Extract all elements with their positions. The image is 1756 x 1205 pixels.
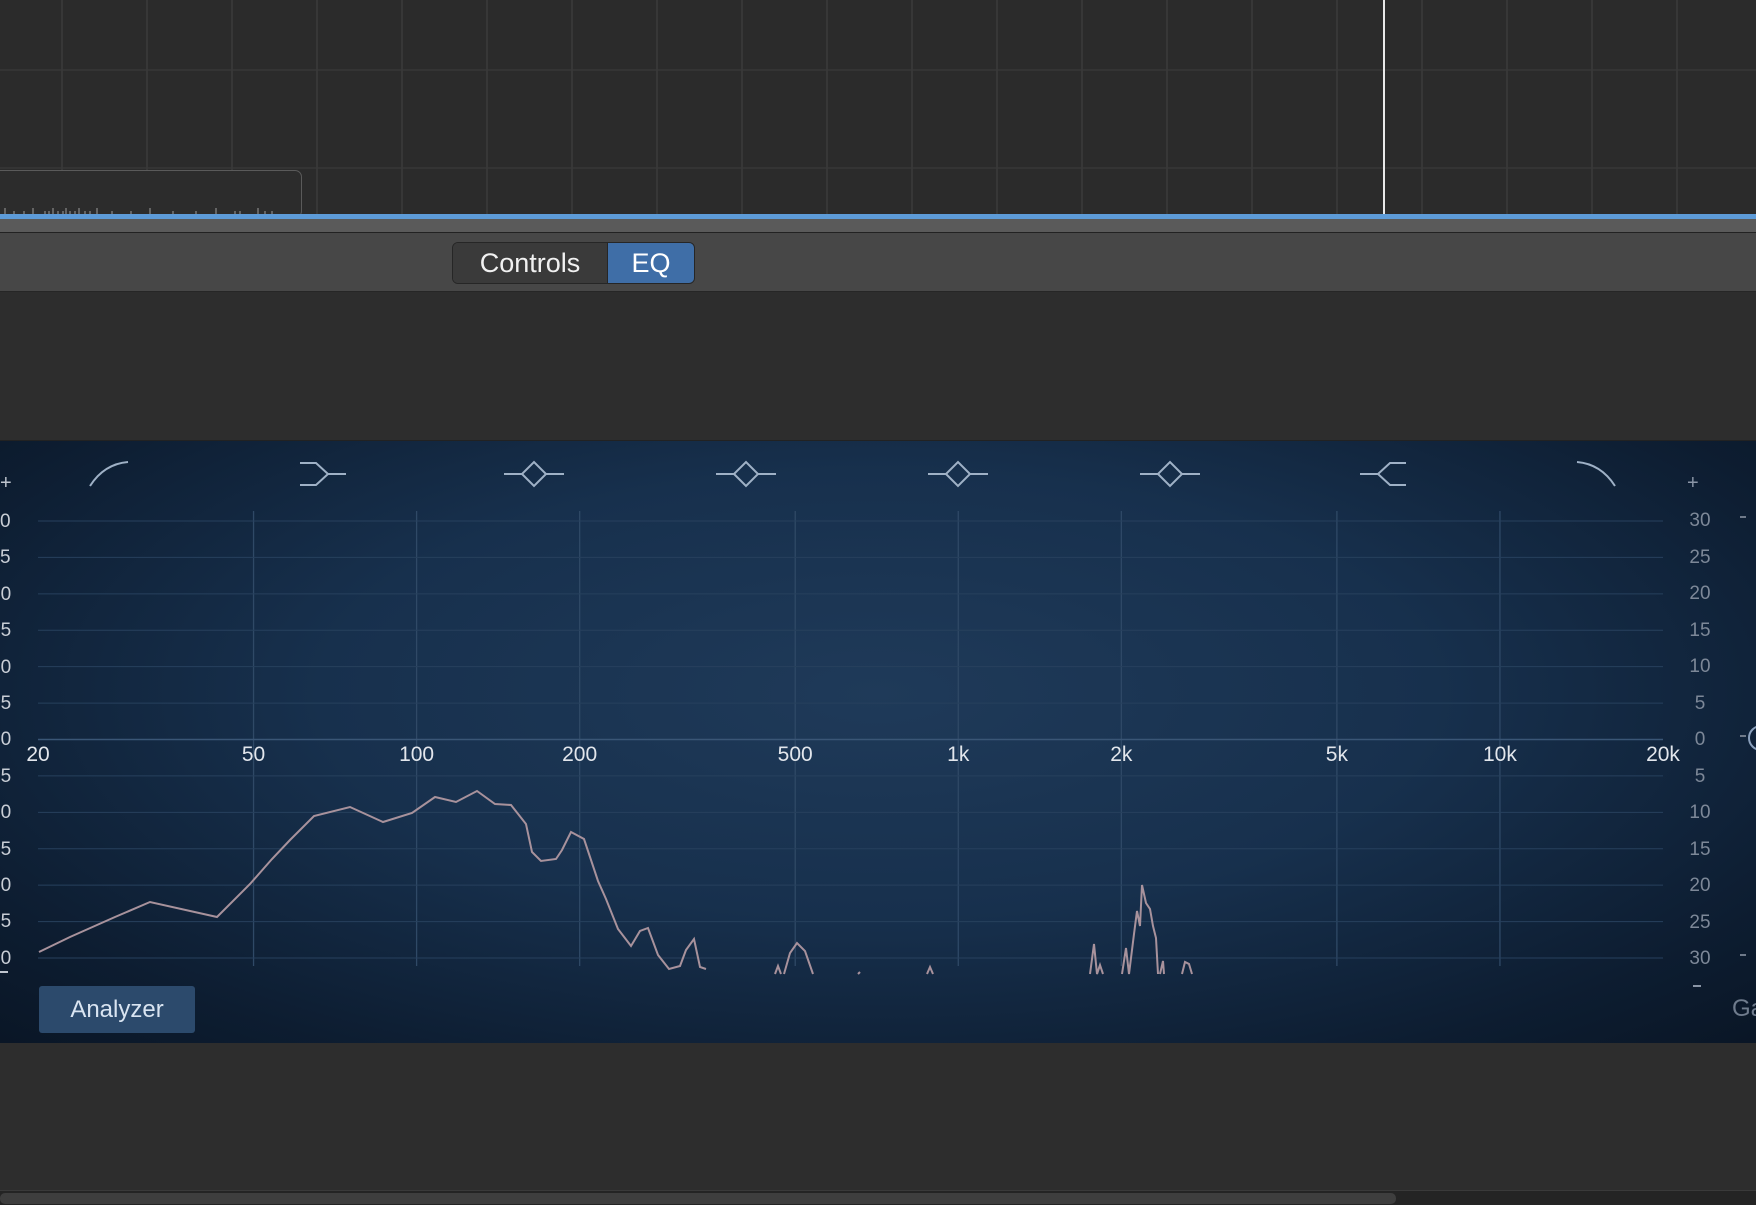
analyzer-curve	[926, 964, 934, 975]
eq-graph	[38, 460, 1663, 975]
view-toggle: Controls EQ	[452, 242, 695, 284]
analyzer-curve	[1159, 960, 1165, 975]
analyzer-scale-label: 45	[0, 838, 12, 860]
frequency-label: 200	[562, 743, 598, 766]
analyzer-scale-label: 55	[0, 911, 12, 933]
plugin-background	[0, 292, 1756, 440]
gain-scale-label: 5	[1694, 765, 1706, 787]
gain-scale-label: 30	[1689, 510, 1711, 531]
analyzer-curve	[1089, 943, 1104, 975]
gain-scale-label: 15	[1689, 619, 1711, 641]
gain-scale-label: 20	[1689, 583, 1711, 604]
analyzer-scale-label: 5	[0, 547, 11, 569]
gain-scale-label: 30	[1689, 948, 1711, 969]
analyzer-scale-label: 50	[0, 875, 12, 896]
peak-icon	[928, 460, 988, 488]
analyzer-scale-label: 40	[0, 802, 12, 824]
analyzer-curve	[774, 963, 782, 975]
frequency-label: 100	[399, 743, 435, 766]
plugin-header: Controls EQ	[0, 233, 1756, 292]
frequency-label: 1k	[947, 743, 970, 766]
analyzer-curve	[857, 971, 861, 975]
frequency-label: 500	[777, 743, 813, 766]
gain-scale-label: 5	[1694, 692, 1706, 714]
frequency-label: 50	[241, 743, 266, 766]
frequency-label: 5k	[1325, 743, 1348, 766]
playhead[interactable]	[1383, 0, 1385, 216]
low-cut-icon	[89, 461, 129, 487]
low-shelf-icon	[300, 462, 346, 486]
left-scale-plus[interactable]: +	[0, 472, 12, 495]
frequency-label: 2k	[1110, 743, 1133, 766]
analyzer-scale-label: 15	[0, 620, 12, 642]
eq-tab[interactable]: EQ	[607, 243, 694, 283]
left-scale-minus[interactable]	[0, 971, 8, 973]
gain-scale-label: 25	[1689, 546, 1711, 568]
analyzer-scale-label: 20	[0, 656, 12, 678]
peak-icon	[1140, 460, 1200, 488]
gain-scale-tick	[1740, 735, 1746, 737]
analyzer-curve	[1181, 960, 1193, 975]
high-shelf-icon	[1360, 462, 1406, 486]
analyzer-scale-label: 10	[0, 583, 12, 605]
analyzer-scale-label: 60	[0, 947, 12, 969]
eq-display[interactable]: + + 20501002005001k2k5k10k20k 0510152025…	[0, 440, 1756, 1045]
gain-scale-label: 10	[1689, 656, 1711, 677]
gain-scale-label: 20	[1689, 875, 1711, 896]
frequency-label: 20	[26, 743, 50, 766]
scrollbar-thumb[interactable]	[0, 1193, 1396, 1204]
gain-scale-label: 10	[1689, 802, 1711, 823]
gain-scale-label: 0	[1694, 729, 1706, 750]
peak-icon	[504, 460, 564, 488]
high-cut-icon	[1576, 461, 1616, 487]
frequency-label: 20k	[1646, 743, 1680, 766]
peak-icon	[716, 460, 776, 488]
analyzer-button[interactable]: Analyzer	[39, 986, 195, 1033]
frequency-label: 10k	[1483, 743, 1517, 766]
gain-label: Ga	[1732, 995, 1756, 1022]
right-scale-minus[interactable]	[1693, 985, 1701, 987]
pane-divider[interactable]	[0, 219, 1756, 233]
controls-tab[interactable]: Controls	[453, 243, 607, 283]
analyzer-scale-label: 25	[0, 693, 12, 714]
plugin-background-bottom	[0, 1043, 1756, 1193]
gain-scale-label: 25	[1689, 911, 1711, 933]
analyzer-curve	[38, 789, 707, 971]
gain-scale-tick	[1740, 516, 1746, 518]
analyzer-scale-label: 35	[0, 765, 12, 787]
right-scale-plus[interactable]: +	[1687, 472, 1699, 495]
gain-scale-label: 15	[1689, 838, 1711, 860]
track-area[interactable]	[0, 0, 1756, 216]
gain-scale-tick	[1740, 954, 1746, 956]
analyzer-scale-label: 0	[0, 511, 11, 532]
analyzer-scale-label: 30	[0, 729, 12, 751]
analyzer-curve	[1121, 884, 1159, 975]
